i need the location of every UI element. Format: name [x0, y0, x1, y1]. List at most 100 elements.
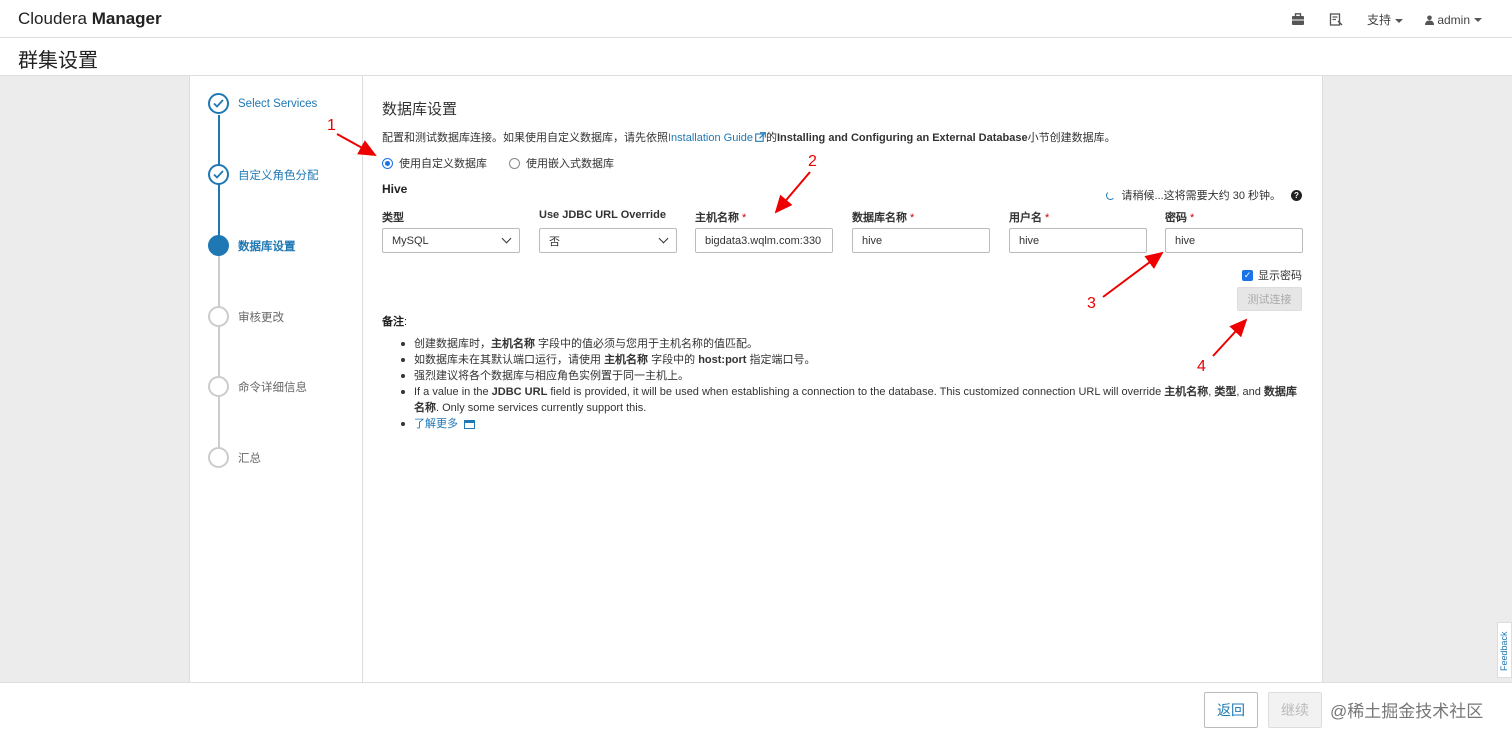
note-text: field is provided, it will be used when … [547, 386, 1165, 398]
database-name-field: 数据库名称 * hive [852, 209, 990, 253]
radio-button[interactable] [382, 157, 393, 169]
watermark: @稀土掘金技术社区 [1330, 702, 1484, 721]
note-text: 字段中的值必须与您用于主机名称的值匹配。 [535, 338, 759, 350]
note-text: . Only some services currently support t… [436, 402, 647, 414]
notes-icon[interactable] [1329, 12, 1345, 27]
jdbc-override-select[interactable]: 否 [539, 228, 677, 253]
step-label: 命令详细信息 [238, 381, 307, 394]
wait-text: 请稍候...这将需要大约 30 秒钟。 [1121, 190, 1281, 202]
list-item: 强烈建议将各个数据库与相应角色实例置于同一主机上。 [401, 368, 1303, 384]
hostname-input[interactable]: bigdata3.wqlm.com:330 [695, 228, 833, 253]
notes-title: 备注: [382, 313, 407, 329]
brand-light-text: Cloudera [18, 9, 92, 28]
current-step-icon [208, 235, 229, 256]
pending-step-icon [208, 447, 229, 468]
type-select[interactable]: MySQL [382, 228, 520, 253]
app-logo[interactable]: Cloudera Manager [18, 9, 162, 29]
step-select-services[interactable]: Select Services [208, 93, 317, 114]
list-item: 了解更多 [401, 416, 1303, 432]
step-label: Select Services [238, 97, 318, 110]
step-label: 汇总 [238, 452, 261, 465]
step-connector [218, 115, 220, 255]
type-field: 类型 MySQL [382, 209, 520, 253]
installation-guide-label: Installation Guide [668, 132, 753, 144]
briefcase-icon[interactable] [1291, 12, 1307, 27]
user-menu[interactable]: admin [1424, 12, 1482, 27]
password-input[interactable]: hive [1165, 228, 1303, 253]
back-button[interactable]: 返回 [1204, 692, 1258, 728]
type-label: 类型 [382, 212, 404, 224]
password-field: 密码 * hive [1165, 209, 1303, 253]
step-command-details: 命令详细信息 [208, 376, 307, 397]
annotation-label: 3 [1087, 295, 1096, 312]
chevron-down-icon [658, 233, 669, 244]
password-label: 密码 [1165, 212, 1187, 224]
check-icon [208, 164, 229, 185]
support-label: 支持 [1366, 13, 1391, 27]
learn-more-label: 了解更多 [414, 418, 458, 430]
learn-more-link[interactable]: 了解更多 [414, 418, 475, 430]
feedback-tab[interactable]: Feedback [1497, 622, 1512, 678]
database-type-radio-group: 使用自定义数据库 使用嵌入式数据库 [382, 155, 614, 171]
annotation-label: 1 [327, 117, 336, 134]
top-navbar: Cloudera Manager 支持 admin [0, 0, 1512, 38]
use-custom-database-radio[interactable]: 使用自定义数据库 [382, 155, 487, 171]
jdbc-override-field: Use JDBC URL Override 否 [539, 209, 677, 253]
note-text: 创建数据库时， [414, 338, 491, 350]
help-icon[interactable]: ? [1291, 189, 1302, 201]
step-database-setup: 数据库设置 [208, 235, 296, 256]
list-item: 创建数据库时，主机名称 字段中的值必须与您用于主机名称的值匹配。 [401, 336, 1303, 352]
window-icon [464, 419, 475, 429]
database-name-input[interactable]: hive [852, 228, 990, 253]
step-role-assignment[interactable]: 自定义角色分配 [208, 164, 319, 185]
external-link-icon [755, 132, 766, 142]
intro-suffix: 小节创建数据库。 [1027, 132, 1116, 144]
show-password-checkbox[interactable]: ✓ 显示密码 [1242, 267, 1302, 283]
required-mark: * [1045, 212, 1050, 224]
username-input[interactable]: hive [1009, 228, 1147, 253]
database-name-value: hive [862, 234, 883, 247]
radio-button[interactable] [509, 157, 520, 169]
step-label: 审核更改 [238, 311, 284, 324]
radio-label: 使用嵌入式数据库 [526, 158, 614, 170]
list-item: If a value in the JDBC URL field is prov… [401, 384, 1303, 416]
user-label: admin [1437, 12, 1470, 27]
jdbc-override-label: Use JDBC URL Override [539, 209, 666, 221]
step-label: 数据库设置 [238, 240, 296, 253]
notes-colon: : [404, 316, 408, 328]
page-title: 群集设置 [18, 50, 98, 72]
intro-prefix: 配置和测试数据库连接。如果使用自定义数据库，请先依照 [382, 132, 668, 144]
list-item: 如数据库未在其默认端口运行，请使用 主机名称 字段中的 host:port 指定… [401, 352, 1303, 368]
show-password-label: 显示密码 [1258, 270, 1302, 282]
note-bold: 类型 [1214, 386, 1237, 398]
note-bold: 主机名称 [604, 354, 649, 366]
check-icon [208, 93, 229, 114]
hostname-label: 主机名称 [695, 212, 739, 224]
username-field: 用户名 * hive [1009, 209, 1147, 253]
annotation-label: 4 [1197, 358, 1206, 375]
installation-guide-link[interactable]: Installation Guide [668, 132, 766, 144]
note-bold: 主机名称 [1164, 386, 1209, 398]
required-mark: * [742, 212, 747, 224]
support-menu[interactable]: 支持 [1367, 11, 1403, 28]
continue-button[interactable]: 继续 [1268, 692, 1322, 728]
password-value: hive [1175, 234, 1196, 247]
jdbc-override-value: 否 [549, 235, 560, 248]
intro-mid: 的 [766, 132, 777, 144]
radio-label: 使用自定义数据库 [399, 158, 487, 170]
chevron-down-icon [1394, 18, 1403, 23]
note-bold: 主机名称 [491, 338, 535, 350]
pending-step-icon [208, 306, 229, 327]
step-connector [218, 256, 220, 466]
page-header: 群集设置 [0, 38, 1512, 76]
use-embedded-database-radio[interactable]: 使用嵌入式数据库 [509, 155, 614, 171]
step-summary: 汇总 [208, 447, 261, 468]
note-bold: JDBC URL [491, 386, 548, 398]
user-icon [1424, 15, 1434, 25]
type-value: MySQL [392, 234, 429, 247]
note-bold: host:port [698, 354, 747, 366]
database-setup-panel: 数据库设置 配置和测试数据库连接。如果使用自定义数据库，请先依照Installa… [363, 76, 1323, 682]
checkbox-checked-icon[interactable]: ✓ [1242, 269, 1253, 281]
test-connection-button[interactable]: 测试连接 [1237, 287, 1302, 311]
note-text: 字段中的 [648, 354, 699, 366]
